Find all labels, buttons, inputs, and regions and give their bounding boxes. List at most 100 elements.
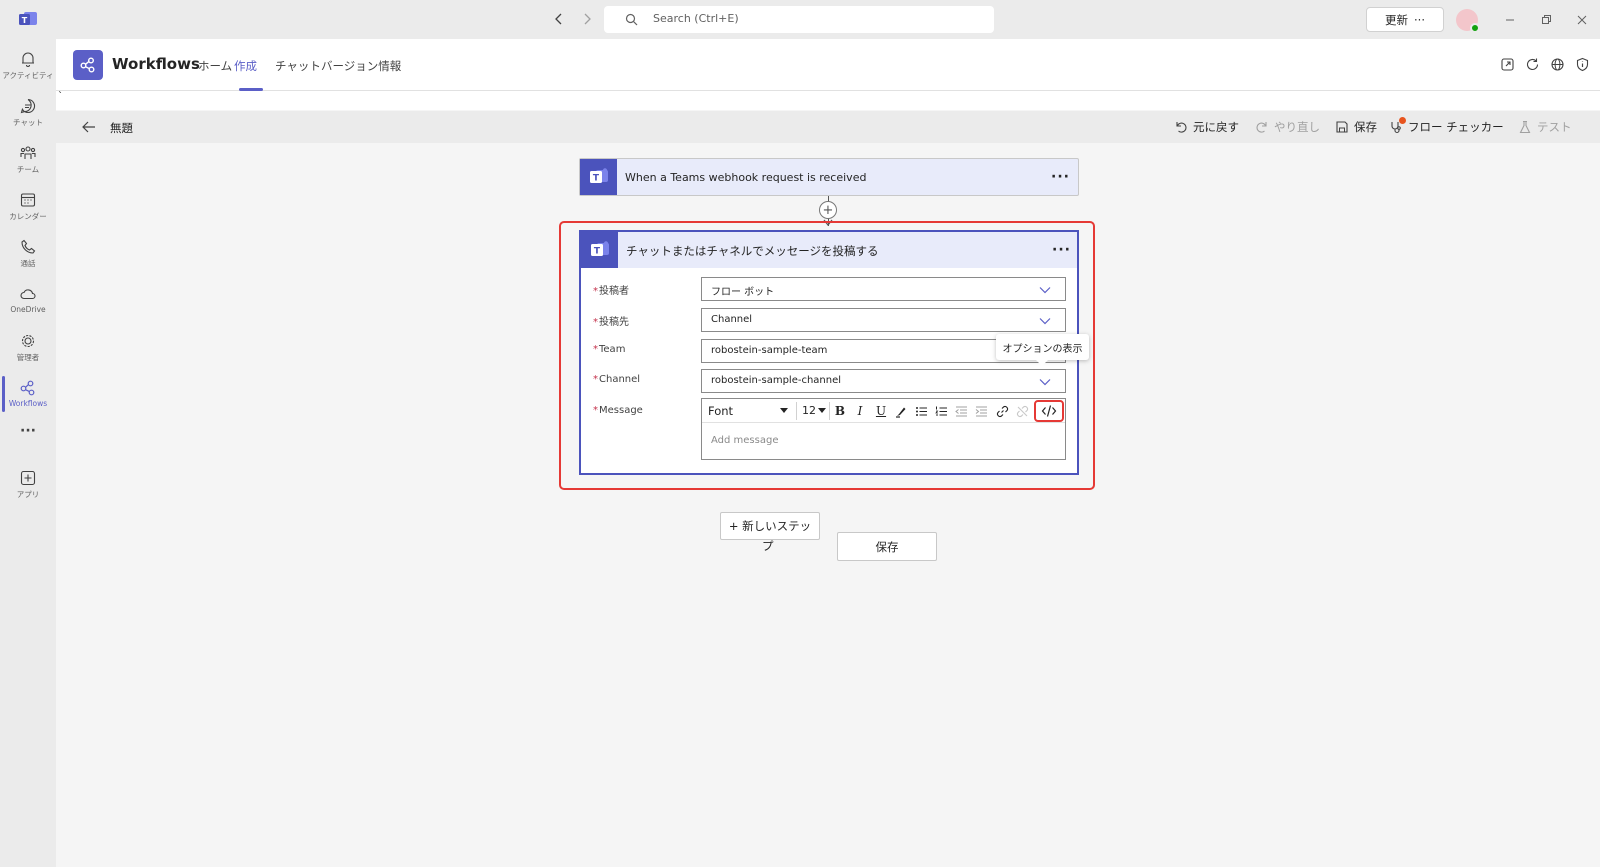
save-icon (1336, 121, 1348, 133)
restore-icon[interactable] (1539, 12, 1553, 26)
undo-button[interactable]: 元に戻す (1174, 119, 1239, 135)
shield-info-icon[interactable] (1575, 57, 1590, 72)
flow-checker-label: フロー チェッカー (1408, 120, 1504, 134)
rail-label: アプリ (16, 490, 40, 499)
chevron-down-icon (1039, 318, 1051, 325)
minimize-icon[interactable] (1503, 12, 1517, 26)
flow-checker-button[interactable]: フロー チェッカー (1389, 117, 1504, 135)
post-in-dropdown[interactable]: Channel (701, 308, 1066, 332)
action-header[interactable]: T チャットまたはチャネルでメッセージを投稿する ··· (581, 232, 1077, 268)
highlight-pen-icon[interactable] (894, 404, 908, 418)
rail-label: 通話 (20, 259, 36, 268)
trigger-card[interactable]: T When a Teams webhook request is receiv… (579, 158, 1079, 196)
test-button[interactable]: テスト (1518, 119, 1572, 135)
redo-icon (1256, 122, 1267, 133)
poster-value: フロー ボット (711, 287, 775, 298)
rail-item-calls[interactable]: 通話 (0, 231, 56, 275)
rail-item-admin[interactable]: 管理者 (0, 325, 56, 369)
back-arrow-icon[interactable] (81, 119, 97, 135)
show-options-tooltip: オプションの表示 (996, 334, 1089, 366)
new-step-button[interactable]: + 新しいステッ (720, 512, 820, 540)
close-icon[interactable] (1575, 12, 1589, 26)
popout-icon[interactable] (1500, 57, 1515, 72)
rail-item-workflows[interactable]: Workflows (0, 372, 56, 416)
code-icon (1041, 405, 1057, 417)
message-editor[interactable]: Font 12 B I U Add message (701, 398, 1066, 460)
redo-label: やり直し (1274, 120, 1320, 134)
update-button[interactable]: 更新 ··· (1366, 7, 1444, 32)
team-value: robostein-sample-team (711, 345, 828, 356)
action-title: チャットまたはチャネルでメッセージを投稿する (626, 244, 879, 258)
title-bar: T Search (Ctrl+E) 更新 ··· (0, 0, 1600, 39)
workflows-app-icon (73, 50, 103, 80)
rail-item-calendar[interactable]: カレンダー (0, 184, 56, 228)
numbered-list-icon[interactable] (934, 404, 948, 418)
tab-chat[interactable]: チャット (275, 58, 321, 74)
rail-item-onedrive[interactable]: OneDrive (0, 278, 56, 322)
save-button[interactable]: 保存 (837, 532, 937, 561)
rail-label: チーム (16, 165, 40, 174)
tab-about[interactable]: バージョン情報 (321, 58, 401, 74)
bullet-list-icon[interactable] (914, 404, 928, 418)
search-icon (625, 13, 638, 26)
toolbar-divider (796, 402, 797, 420)
presence-available-icon (1470, 23, 1480, 33)
rail-item-more[interactable]: ··· (0, 421, 56, 465)
bell-icon (22, 52, 34, 67)
svg-text:T: T (22, 16, 28, 25)
update-label: 更新 (1385, 12, 1409, 27)
avatar[interactable] (1456, 9, 1480, 33)
workflows-icon (20, 380, 35, 396)
back-nav-icon[interactable] (550, 10, 568, 28)
trigger-more-icon[interactable]: ··· (1051, 169, 1070, 185)
save-toolbar-button[interactable]: 保存 (1335, 119, 1377, 135)
save-label: 保存 (1354, 120, 1377, 134)
calendar-icon (20, 193, 36, 207)
chevron-down-icon (1039, 287, 1051, 294)
redo-button[interactable]: やり直し (1255, 119, 1320, 135)
app-title: Workflows (112, 55, 200, 73)
insert-step-icon[interactable]: + (819, 201, 837, 219)
search-input[interactable]: Search (Ctrl+E) (604, 6, 994, 33)
italic-icon[interactable]: I (853, 404, 867, 418)
rail-label: 管理者 (16, 353, 40, 362)
caret-down-icon (818, 408, 826, 413)
unlink-icon[interactable] (1015, 404, 1029, 418)
field-label-team: *Team (593, 344, 626, 355)
trigger-label: When a Teams webhook request is received (625, 171, 867, 184)
decrease-indent-icon[interactable] (954, 404, 968, 418)
warning-dot (1399, 117, 1406, 124)
rail-label: カレンダー (9, 212, 47, 221)
bold-icon[interactable]: B (833, 404, 847, 418)
tab-home[interactable]: ホーム (198, 58, 232, 74)
refresh-icon[interactable] (1525, 57, 1540, 72)
action-more-icon[interactable]: ··· (1052, 242, 1071, 258)
font-size-dropdown[interactable]: 12 (802, 404, 816, 417)
flow-title[interactable]: 無題 (110, 120, 133, 136)
globe-icon[interactable] (1550, 57, 1565, 72)
channel-value: robostein-sample-channel (711, 375, 842, 386)
font-dropdown[interactable]: Font (708, 404, 733, 418)
forward-nav-icon[interactable] (578, 10, 596, 28)
rail-item-apps[interactable]: アプリ (0, 462, 56, 506)
increase-indent-icon[interactable] (974, 404, 988, 418)
tab-create[interactable]: 作成 (234, 58, 257, 74)
more-icon: ··· (20, 423, 36, 439)
teams-connector-icon: T (580, 159, 617, 195)
update-more-icon: ··· (1414, 12, 1425, 27)
add-app-icon (20, 470, 36, 486)
poster-dropdown[interactable]: フロー ボット (701, 277, 1066, 301)
teams-icon (20, 146, 36, 159)
rail-item-activity[interactable]: アクティビティ (0, 43, 56, 87)
message-placeholder: Add message (711, 435, 779, 446)
channel-dropdown[interactable]: robostein-sample-channel (701, 369, 1066, 393)
rail-item-teams[interactable]: チーム (0, 137, 56, 181)
underline-icon[interactable]: U (874, 404, 888, 418)
rail-item-chat[interactable]: チャット (0, 90, 56, 134)
rich-text-toolbar: Font 12 B I U (702, 399, 1065, 423)
link-icon[interactable] (995, 404, 1009, 418)
toolbar-divider (829, 402, 830, 420)
new-step-overflow-text: プ (762, 539, 774, 553)
code-view-button[interactable] (1034, 400, 1064, 422)
chevron-down-icon (1039, 379, 1051, 386)
